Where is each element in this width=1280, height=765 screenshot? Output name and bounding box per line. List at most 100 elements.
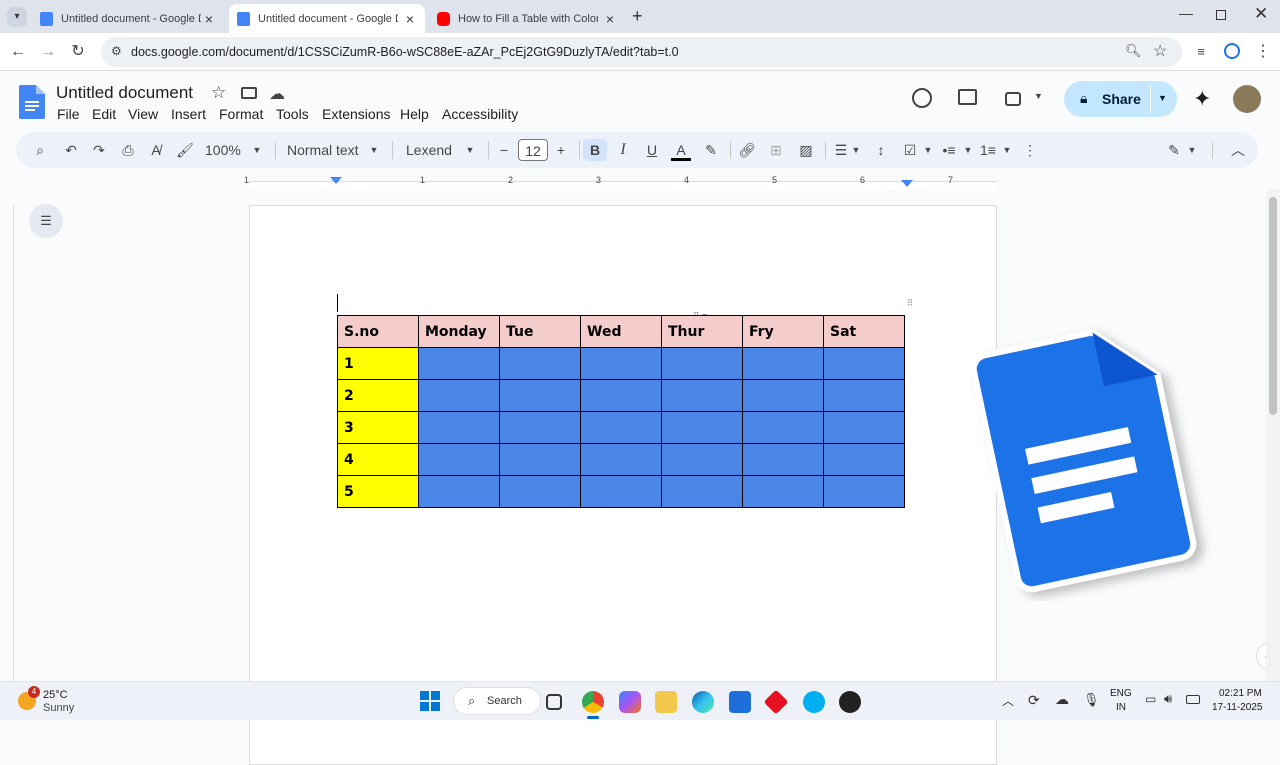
bulleted-list-icon[interactable]: •≡ bbox=[939, 139, 959, 161]
font-size-input[interactable]: 12 bbox=[518, 139, 548, 161]
serial-cell[interactable]: 4 bbox=[337, 443, 419, 476]
battery-icon[interactable] bbox=[1186, 695, 1200, 704]
underline-icon[interactable]: U bbox=[642, 139, 662, 161]
menu-format[interactable]: Format bbox=[219, 106, 263, 122]
table-cell[interactable] bbox=[823, 443, 905, 476]
table-cell[interactable] bbox=[742, 347, 824, 380]
right-indent-marker[interactable] bbox=[901, 180, 913, 187]
copilot-icon[interactable] bbox=[619, 691, 641, 713]
text-color-icon[interactable]: A bbox=[671, 139, 691, 161]
table-cell[interactable] bbox=[418, 347, 500, 380]
document-outline-button[interactable]: ☰ bbox=[29, 204, 63, 238]
star-icon[interactable]: ☆ bbox=[211, 83, 226, 103]
site-info-icon[interactable]: ⚙ bbox=[111, 44, 122, 58]
checklist-icon[interactable]: ☑ bbox=[900, 139, 920, 161]
table-cell[interactable] bbox=[823, 379, 905, 412]
gemini-icon[interactable]: ✦ bbox=[1193, 86, 1211, 112]
edge-icon[interactable] bbox=[692, 691, 714, 713]
paint-format-icon[interactable]: 🖌︎ bbox=[175, 139, 195, 161]
table-cell[interactable] bbox=[661, 379, 743, 412]
table-cell[interactable] bbox=[580, 347, 662, 380]
menu-file[interactable]: File bbox=[57, 106, 80, 122]
table-cell[interactable] bbox=[499, 379, 581, 412]
insert-image-icon[interactable]: ▨ bbox=[796, 139, 816, 161]
reload-icon[interactable]: ↻ bbox=[67, 41, 89, 63]
close-tab-icon[interactable]: × bbox=[202, 11, 216, 27]
table-cell[interactable] bbox=[823, 475, 905, 508]
file-explorer-icon[interactable] bbox=[655, 691, 677, 713]
table-cell[interactable] bbox=[580, 475, 662, 508]
tab-search-button[interactable]: ▾ bbox=[7, 7, 27, 27]
table-cell[interactable] bbox=[499, 411, 581, 444]
browser-tab[interactable]: Untitled document - Google Do × bbox=[32, 4, 224, 33]
comments-icon[interactable] bbox=[958, 89, 977, 105]
language-line1[interactable]: ENG bbox=[1110, 688, 1132, 699]
table-cell[interactable] bbox=[742, 443, 824, 476]
decrease-font-size-icon[interactable]: − bbox=[494, 139, 514, 161]
more-options-icon[interactable]: ⋮ bbox=[1020, 139, 1040, 161]
bold-icon[interactable]: B bbox=[583, 139, 607, 161]
network-icon[interactable]: ▭ bbox=[1145, 692, 1156, 706]
style-dropdown-icon[interactable]: ▼ bbox=[368, 139, 380, 161]
serial-cell[interactable]: 1 bbox=[337, 347, 419, 380]
table-corner-handle[interactable]: ⠿ bbox=[903, 298, 917, 312]
table-cell[interactable] bbox=[661, 411, 743, 444]
zoom-dropdown-icon[interactable]: ▼ bbox=[251, 139, 263, 161]
menu-view[interactable]: View bbox=[128, 106, 158, 122]
schedule-table[interactable]: S.no Monday Tue Wed Thur Fry Sat 1 2 3 4… bbox=[337, 315, 905, 508]
meet-dropdown-icon[interactable]: ▼ bbox=[1034, 91, 1043, 101]
undo-icon[interactable]: ↶ bbox=[61, 139, 81, 161]
search-menus-icon[interactable]: ⌕ bbox=[30, 139, 50, 161]
table-cell[interactable] bbox=[823, 411, 905, 444]
close-tab-icon[interactable]: × bbox=[603, 11, 617, 27]
highlight-color-icon[interactable]: ✎ bbox=[701, 139, 721, 161]
table-cell[interactable] bbox=[499, 347, 581, 380]
table-cell[interactable] bbox=[418, 411, 500, 444]
task-view-icon[interactable] bbox=[546, 694, 562, 710]
menu-insert[interactable]: Insert bbox=[171, 106, 206, 122]
volume-icon[interactable]: 🔊︎ bbox=[1164, 691, 1172, 707]
editing-mode-icon[interactable]: ✎ bbox=[1164, 139, 1184, 161]
menu-help[interactable]: Help bbox=[400, 106, 429, 122]
hide-menus-icon[interactable]: ︿ bbox=[1228, 139, 1248, 161]
serial-cell[interactable]: 3 bbox=[337, 411, 419, 444]
zoom-icon[interactable]: 🔍︎ bbox=[1125, 43, 1142, 59]
table-cell[interactable] bbox=[418, 475, 500, 508]
meet-video-icon[interactable] bbox=[1005, 92, 1021, 106]
close-window-icon[interactable]: ✕ bbox=[1254, 4, 1268, 24]
align-dropdown-icon[interactable]: ▼ bbox=[850, 139, 862, 161]
header-cell[interactable]: Monday bbox=[418, 315, 500, 348]
serial-cell[interactable]: 2 bbox=[337, 379, 419, 412]
weather-widget[interactable]: 4 25°C Sunny bbox=[12, 686, 102, 716]
menu-edit[interactable]: Edit bbox=[92, 106, 116, 122]
share-button[interactable]: 🔒︎ Share ▼ bbox=[1064, 81, 1177, 117]
microphone-icon[interactable]: 🎙︎ bbox=[1083, 692, 1100, 708]
browser-menu-icon[interactable]: ⋮ bbox=[1252, 41, 1274, 63]
header-cell[interactable]: Thur bbox=[661, 315, 743, 348]
redo-icon[interactable]: ↷ bbox=[89, 139, 109, 161]
header-cell[interactable]: Sat bbox=[823, 315, 905, 348]
browser-tab-active[interactable]: Untitled document - Google Do × bbox=[229, 4, 425, 33]
editing-mode-dropdown-icon[interactable]: ▼ bbox=[1186, 139, 1198, 161]
browser-tab[interactable]: How to Fill a Table with Color in × bbox=[429, 4, 625, 33]
url-text[interactable]: docs.google.com/document/d/1CSSCiZumR-B6… bbox=[131, 45, 679, 59]
table-cell[interactable] bbox=[742, 379, 824, 412]
table-cell[interactable] bbox=[661, 443, 743, 476]
insert-link-icon[interactable]: 🔗︎ bbox=[737, 139, 757, 161]
app-dark-icon[interactable] bbox=[839, 691, 861, 713]
table-cell[interactable] bbox=[499, 443, 581, 476]
serial-cell[interactable]: 5 bbox=[337, 475, 419, 508]
numbered-list-icon[interactable]: 1≡ bbox=[978, 139, 998, 161]
back-icon[interactable]: ← bbox=[7, 41, 29, 63]
table-cell[interactable] bbox=[823, 347, 905, 380]
restore-icon[interactable] bbox=[1216, 10, 1226, 20]
font-dropdown-icon[interactable]: ▼ bbox=[464, 139, 476, 161]
bookmark-star-icon[interactable]: ☆ bbox=[1153, 41, 1167, 61]
header-cell[interactable]: Fry bbox=[742, 315, 824, 348]
add-comment-icon[interactable]: ⊞ bbox=[766, 139, 786, 161]
language-line2[interactable]: IN bbox=[1116, 702, 1126, 713]
profile-icon[interactable] bbox=[1224, 43, 1240, 59]
header-cell[interactable]: Tue bbox=[499, 315, 581, 348]
align-icon[interactable]: ☰ bbox=[831, 139, 851, 161]
cloud-status-icon[interactable]: ☁ bbox=[269, 84, 285, 104]
